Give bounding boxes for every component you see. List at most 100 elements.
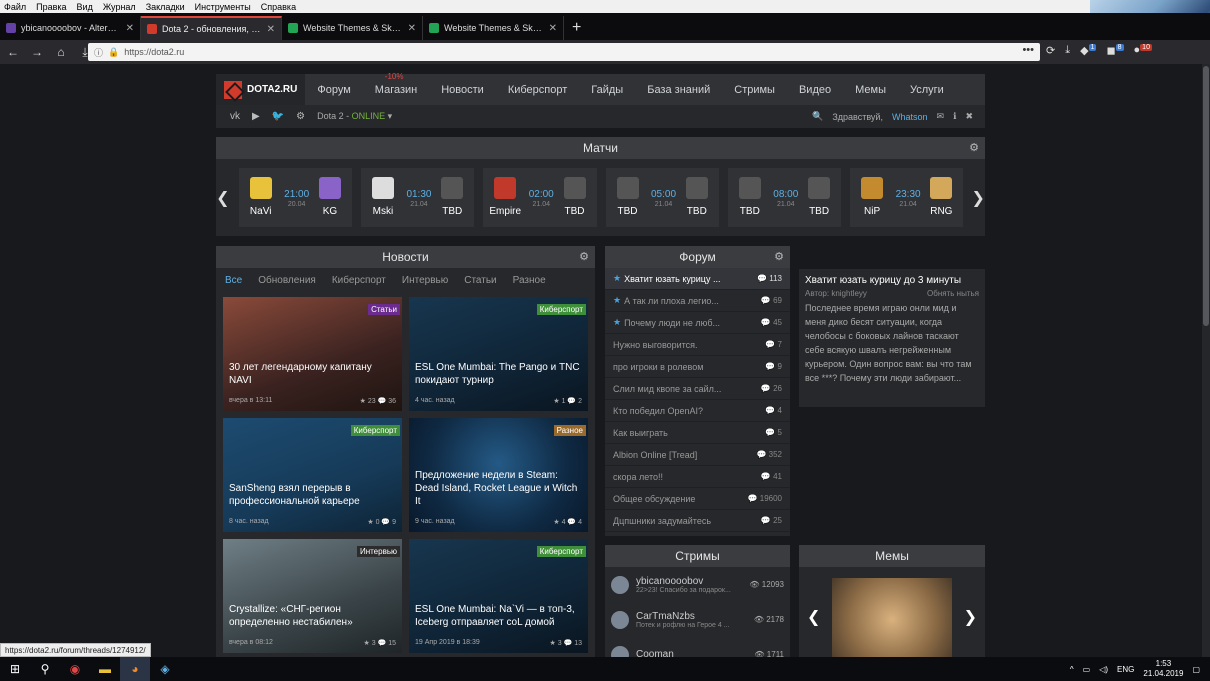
extension-icon-2[interactable]: ◼ 8 [1106,44,1124,57]
news-tag[interactable]: Разное [553,425,586,436]
news-card[interactable]: Киберспорт ESL One Mumbai: The Pango и TN… [409,297,588,411]
news-card[interactable]: Киберспорт SanSheng взял перерыв в профес… [223,418,402,532]
info-icon[interactable]: ⓘ [94,46,103,59]
news-title[interactable]: 30 лет легендарному капитану NAVI [229,361,396,387]
forum-thread[interactable]: Кто победил OpenAI? 💬 4 [605,400,790,422]
news-category[interactable]: Обновления [258,275,316,286]
news-tag[interactable]: Статьи [368,304,400,315]
nav-esports[interactable]: Киберспорт [496,84,579,96]
menu-view[interactable]: Вид [77,2,93,12]
gear-icon[interactable]: ⚙ [774,246,784,268]
nav-streams[interactable]: Стримы [722,84,787,96]
preview-title[interactable]: Хватит юзать курицу до 3 минуты [805,275,979,286]
match-card[interactable]: NaVi KG 21:00 20.04 [238,168,352,227]
match-card[interactable]: Empire TBD 02:00 21.04 [483,168,597,227]
preview-action[interactable]: Обнять нытья [927,289,979,298]
chevron-left-icon[interactable]: ❮ [216,188,230,208]
forum-thread[interactable]: про игроки в ролевом 💬 9 [605,356,790,378]
forum-thread[interactable]: Как выиграть 💬 5 [605,422,790,444]
back-icon[interactable]: ← [6,45,20,59]
windows-start-icon[interactable]: ⊞ [0,657,30,681]
forum-thread[interactable]: Слил мид квопе за сайл... 💬 26 [605,378,790,400]
chevron-left-icon[interactable]: ❮ [807,607,820,627]
stream-item[interactable]: ybicanoooobov 22>23! Спасибо за подарок..… [605,567,790,602]
volume-icon[interactable]: ◁) [1099,665,1108,674]
browser-tab[interactable]: Website Themes & Skins by St ✕ [423,16,564,40]
news-card[interactable]: Статьи 30 лет легендарному капитану NAVI в… [223,297,402,411]
nav-video[interactable]: Видео [787,84,843,96]
forum-thread[interactable]: Дцпшники задумайтесь 💬 25 [605,510,790,532]
extension-icon-1[interactable]: ◆ 1 [1080,44,1097,57]
url-bar[interactable]: ⓘ 🔒 https://dota2.ru ••• [88,43,1040,61]
folder-icon[interactable]: ▬ [90,657,120,681]
match-card[interactable]: TBD TBD 05:00 21.04 [605,168,719,227]
nav-knowledge[interactable]: База знаний [635,84,722,96]
forum-thread[interactable]: ★ Хватит юзать курицу ... 💬 113 [605,268,790,290]
news-tag[interactable]: Киберспорт [350,425,400,436]
menu-edit[interactable]: Правка [36,2,66,12]
clock[interactable]: 1:53 21.04.2019 [1143,659,1183,679]
steam-icon[interactable]: ⚙ [296,111,305,122]
chevron-right-icon[interactable]: ❯ [971,188,985,208]
news-title[interactable]: Предложение недели в Steam: Dead Island,… [415,469,582,508]
site-logo[interactable]: DOTA2.RU [216,74,306,105]
url-text[interactable]: https://dota2.ru [124,47,184,57]
network-icon[interactable]: ▭ [1083,665,1091,674]
forum-thread[interactable]: ★ Почему люди не люб... 💬 45 [605,312,790,334]
tab-close-icon[interactable]: ✕ [267,24,275,35]
browser-tab[interactable]: ybicanoooobov - Alternate ✕ [0,16,141,40]
forum-thread[interactable]: ★ А так ли плоха легио... 💬 69 [605,290,790,312]
twitter-icon[interactable]: 🐦 [272,111,284,122]
news-category[interactable]: Все [225,275,242,286]
menu-help[interactable]: Справка [261,2,296,12]
match-card[interactable]: Mski TBD 01:30 21.04 [360,168,475,227]
news-tag[interactable]: Интервью [356,546,400,557]
tab-close-icon[interactable]: ✕ [549,23,557,34]
stream-item[interactable]: CarTmaNzbs Потек и рофлю на Герое 4 ... 👁 … [605,602,790,637]
news-title[interactable]: SanSheng взял перерыв в профессиональной… [229,482,396,508]
menu-bookmarks[interactable]: Закладки [146,2,185,12]
match-card[interactable]: NiP RNG 23:30 21.04 [850,168,964,227]
username-link[interactable]: Whatson [892,112,928,122]
forward-icon[interactable]: → [30,45,44,59]
vk-icon[interactable]: vk [230,111,240,122]
news-title[interactable]: Crystallize: «СНГ-регион определенно нес… [229,603,396,629]
youtube-icon[interactable]: ▶ [252,111,260,122]
news-card[interactable]: Разное Предложение недели в Steam: Dead I… [409,418,588,532]
nav-guides[interactable]: Гайды [579,84,635,96]
close-icon[interactable]: ✖ [965,111,973,122]
news-tag[interactable]: Киберспорт [536,546,586,557]
news-category[interactable]: Киберспорт [332,275,386,286]
home-icon[interactable]: ⌂ [54,45,68,59]
menu-file[interactable]: Файл [4,2,26,12]
chevron-up-icon[interactable]: ^ [1070,665,1074,674]
forum-thread[interactable]: скора лето!! 💬 41 [605,466,790,488]
browser-tab[interactable]: Dota 2 - обновления, гайды, с ✕ [141,16,282,40]
scrollbar-thumb[interactable] [1203,66,1209,326]
news-category[interactable]: Интервью [402,275,448,286]
tab-close-icon[interactable]: ✕ [126,23,134,34]
match-card[interactable]: TBD TBD 08:00 21.04 [727,168,842,227]
extension-icon-3[interactable]: ● 10 [1134,44,1152,57]
app-icon-2[interactable]: ◈ [150,657,180,681]
info-circle-icon[interactable]: ℹ [953,111,956,122]
nav-memes[interactable]: Мемы [843,84,898,96]
stream-item[interactable]: Cooman 👁 1711 [605,637,790,657]
search-icon[interactable]: ⚲ [30,657,60,681]
nav-news[interactable]: Новости [429,84,496,96]
news-category[interactable]: Статьи [464,275,496,286]
news-title[interactable]: ESL One Mumbai: Na`Vi — в топ-3, Iceberg… [415,603,582,629]
forum-thread[interactable]: Albion Online [Tread] 💬 352 [605,444,790,466]
search-icon[interactable]: 🔍 [812,111,823,122]
meme-image[interactable] [832,578,952,657]
forum-thread[interactable]: Общее обсуждение 💬 19600 [605,488,790,510]
browser-tab[interactable]: Website Themes & Skins by St ✕ [282,16,423,40]
mail-icon[interactable]: ✉ [936,111,944,122]
news-category[interactable]: Разное [513,275,546,286]
news-card[interactable]: Киберспорт ESL One Mumbai: Na`Vi — в топ-… [409,539,588,653]
reload-icon[interactable]: ⟳ [1046,44,1055,57]
language-indicator[interactable]: ENG [1117,665,1134,674]
downloads-icon[interactable]: ⤓ [1065,44,1070,57]
news-tag[interactable]: Киберспорт [536,304,586,315]
chevron-right-icon[interactable]: ❯ [964,607,977,627]
